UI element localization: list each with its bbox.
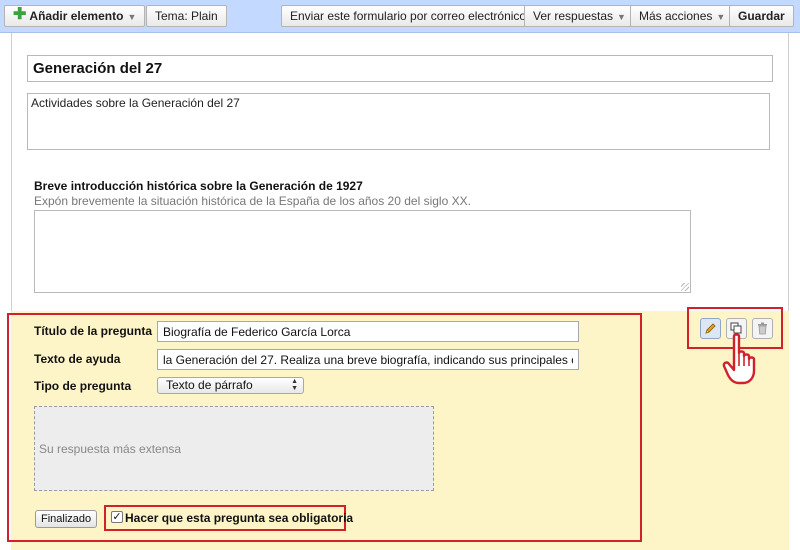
question-title: Breve introducción histórica sobre la Ge…: [34, 179, 363, 193]
form-description-input[interactable]: Actividades sobre la Generación del 27: [27, 93, 770, 150]
email-form-button[interactable]: Enviar este formulario por correo electr…: [281, 5, 536, 27]
updown-arrows-icon: ▲ ▼: [291, 378, 298, 392]
view-responses-button[interactable]: Ver respuestas ▼: [524, 5, 635, 27]
question-title-label: Título de la pregunta: [34, 324, 153, 338]
more-actions-label: Más acciones: [639, 9, 713, 23]
chevron-down-icon: ▼: [716, 12, 726, 22]
edit-question-button[interactable]: [700, 318, 721, 339]
save-button[interactable]: Guardar: [729, 5, 794, 27]
add-element-label: Añadir elemento: [29, 9, 124, 23]
question-type-value: Texto de párrafo: [166, 378, 253, 392]
question-type-select[interactable]: Texto de párrafo ▲ ▼: [157, 377, 304, 394]
theme-button[interactable]: Tema: Plain: [146, 5, 227, 27]
resize-grip-icon[interactable]: [681, 283, 689, 291]
help-text-label: Texto de ayuda: [34, 352, 121, 366]
chevron-down-icon: ▼: [617, 12, 626, 22]
more-actions-button[interactable]: Más acciones ▼: [630, 5, 735, 27]
add-element-button[interactable]: ✚ Añadir elemento ▼: [4, 5, 146, 27]
form-title-input[interactable]: [27, 55, 773, 82]
view-responses-label: Ver respuestas: [533, 9, 614, 23]
required-checkbox-label: Hacer que esta pregunta sea obligatoria: [125, 511, 354, 525]
chevron-down-icon: ▼: [127, 12, 137, 22]
plus-icon: ✚: [13, 6, 27, 23]
help-text-input[interactable]: [157, 349, 579, 370]
question-help-text: Expón brevemente la situación histórica …: [34, 194, 471, 208]
toolbar: ✚ Añadir elemento ▼ Tema: Plain Enviar est…: [0, 0, 800, 33]
question-title-input[interactable]: [157, 321, 579, 342]
pencil-icon: [705, 323, 716, 334]
answer-preview-placeholder: Su respuesta más extensa: [39, 442, 182, 456]
question-answer-textarea[interactable]: [34, 210, 691, 293]
question-type-label: Tipo de pregunta: [34, 379, 132, 393]
required-checkbox[interactable]: ✓: [111, 511, 123, 523]
done-button[interactable]: Finalizado: [35, 510, 98, 528]
answer-preview-area: Su respuesta más extensa: [34, 406, 434, 491]
hand-pointer-icon: [722, 333, 756, 385]
